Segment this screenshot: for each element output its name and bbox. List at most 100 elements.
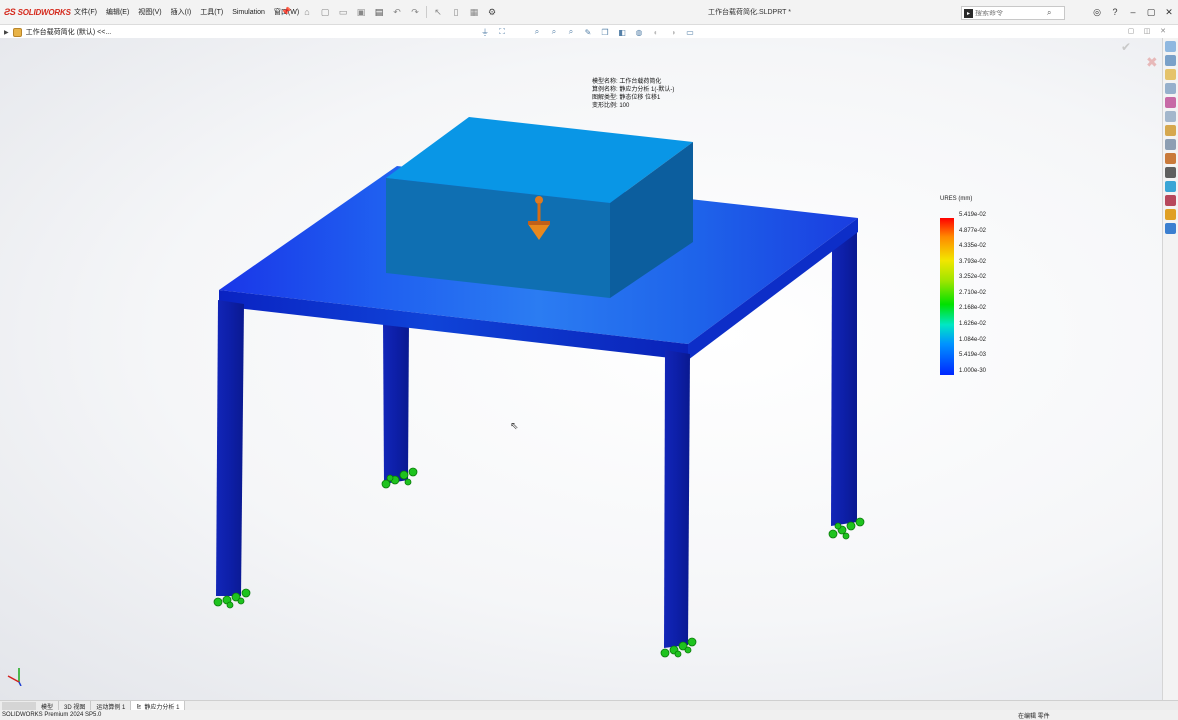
rebuild-icon[interactable]: ▯ bbox=[449, 6, 463, 19]
expand-arrow-icon[interactable]: ▶ bbox=[4, 29, 9, 36]
deformation-scale-text: 变形比例: 100 bbox=[592, 103, 630, 109]
solidworks-resources-icon[interactable] bbox=[1165, 41, 1176, 52]
legend-tick: 3.252e-02 bbox=[959, 274, 987, 280]
menu-insert[interactable]: 插入(I) bbox=[171, 7, 192, 17]
material-icon[interactable] bbox=[1165, 153, 1176, 164]
legend-tick: 1.000e-30 bbox=[959, 368, 987, 374]
display-style-icon[interactable]: ◧ bbox=[615, 26, 629, 38]
legend-title: URES (mm) bbox=[940, 196, 973, 202]
help-resource-icon[interactable] bbox=[1165, 181, 1176, 192]
status-bar: SOLIDWORKS Premium 2024 SP5.0 在编辑 零件 bbox=[0, 710, 1178, 720]
quick-access-toolbar: ⌂ ▢ ▭ ▣ ▤ ↶ ↷ ↖ ▯ ▦ ⚙ bbox=[300, 5, 499, 19]
appearances-icon[interactable] bbox=[1165, 97, 1176, 108]
pin-menu-icon[interactable]: 📌 bbox=[281, 7, 291, 16]
menu-bar: 文件(F) 编辑(E) 视图(V) 插入(I) 工具(T) Simulation… bbox=[74, 6, 299, 18]
feature-tree-root[interactable]: ▶ 工作台载荷简化 (默认) <<... bbox=[4, 26, 111, 38]
study-name-text: 算例名称: 静应力分析 1(-默认-) bbox=[592, 87, 675, 93]
legend-tick: 5.419e-03 bbox=[959, 352, 987, 358]
legend-color-bar bbox=[940, 218, 954, 375]
redo-icon[interactable]: ↷ bbox=[408, 6, 422, 19]
appearance-icon[interactable]: ◐ bbox=[649, 26, 663, 38]
view-settings-icon[interactable]: ▭ bbox=[683, 26, 697, 38]
view-palette-icon[interactable] bbox=[1165, 83, 1176, 94]
toolbox-icon[interactable] bbox=[1165, 125, 1176, 136]
tab-scroll-arrows[interactable] bbox=[2, 702, 36, 710]
maximize-button[interactable]: ▢ bbox=[1142, 4, 1160, 20]
menu-view[interactable]: 视图(V) bbox=[138, 7, 161, 17]
legend-tick: 4.877e-02 bbox=[959, 228, 987, 234]
file-properties-icon[interactable]: ▦ bbox=[467, 6, 481, 19]
edit-mode-status: 在编辑 零件 bbox=[1018, 713, 1050, 720]
options-gear-icon[interactable]: ⚙ bbox=[485, 6, 499, 19]
design-library-icon[interactable] bbox=[1165, 55, 1176, 66]
brand-label: SOLIDWORKS bbox=[17, 7, 71, 17]
search-icon[interactable]: ⌕ bbox=[1047, 8, 1051, 18]
custom-properties-icon[interactable] bbox=[1165, 111, 1176, 122]
section-icon[interactable]: ⌕ bbox=[564, 26, 578, 38]
undo-icon[interactable]: ↶ bbox=[390, 6, 404, 19]
legend-tick: 2.168e-02 bbox=[959, 305, 987, 311]
mouse-cursor-icon: ⇖ bbox=[510, 421, 519, 432]
window-controls: ◎ ? – ▢ ✕ bbox=[1088, 4, 1178, 20]
model-name-text: 模型名称: 工作台载荷简化 bbox=[592, 79, 662, 85]
axis-triad-icon bbox=[7, 668, 22, 686]
new-document-icon[interactable]: ▢ bbox=[318, 6, 332, 19]
cloud-icon[interactable] bbox=[1165, 223, 1176, 234]
menu-tools[interactable]: 工具(T) bbox=[200, 7, 223, 17]
hide-show-icon[interactable]: ◍ bbox=[632, 26, 646, 38]
3dexperience-icon[interactable] bbox=[1165, 195, 1176, 206]
fea-model-view bbox=[213, 117, 865, 658]
view-orientation-icon[interactable]: ❐ bbox=[598, 26, 612, 38]
select-icon[interactable]: ↖ bbox=[431, 6, 445, 19]
study-tab-icon: ⊵ bbox=[136, 703, 142, 710]
menu-edit[interactable]: 编辑(E) bbox=[106, 7, 129, 17]
menu-file[interactable]: 文件(F) bbox=[74, 7, 97, 17]
viewport-tile-icon[interactable]: ◫ bbox=[1142, 26, 1152, 36]
legend-tick: 1.626e-02 bbox=[959, 321, 987, 327]
tree-root-label: 工作台载荷简化 (默认) <<... bbox=[25, 29, 112, 36]
plot-info-block: 模型名称: 工作台载荷简化 算例名称: 静应力分析 1(-默认-) 图解类型: … bbox=[592, 78, 674, 110]
search-box: ▸ ⌕ bbox=[961, 6, 1065, 20]
document-title: 工作台载荷简化.SLDPRT * bbox=[708, 9, 791, 16]
dynamic-annotation-icon[interactable]: ✎ bbox=[581, 26, 595, 38]
open-folder-icon[interactable]: ▭ bbox=[336, 6, 350, 19]
zoom-area-icon[interactable]: ⌕ bbox=[530, 26, 544, 38]
print-icon[interactable]: ▤ bbox=[372, 6, 386, 19]
solidworks-logo[interactable]: ƧS SOLIDWORKS bbox=[4, 6, 71, 18]
scene-icon[interactable]: ◑ bbox=[666, 26, 680, 38]
minimize-button[interactable]: – bbox=[1124, 4, 1142, 20]
graphics-area[interactable]: 模型名称: 工作台载荷简化 算例名称: 静应力分析 1(-默认-) 图解类型: … bbox=[0, 38, 1162, 700]
section-view-icon[interactable]: ⏚ bbox=[478, 26, 492, 38]
user-account-icon[interactable]: ◎ bbox=[1088, 4, 1106, 20]
results-legend[interactable]: URES (mm) 5.419e-02 4.877e-02 4.335e-02 … bbox=[940, 196, 986, 375]
task-pane bbox=[1162, 38, 1178, 700]
viewport-restore-icon[interactable]: ▢ bbox=[1126, 26, 1136, 36]
legend-tick: 5.419e-02 bbox=[959, 212, 987, 218]
save-icon[interactable]: ▣ bbox=[354, 6, 368, 19]
forum-icon[interactable] bbox=[1165, 139, 1176, 150]
confirm-check-icon[interactable]: ✔ bbox=[1121, 40, 1131, 54]
title-bar: ƧS SOLIDWORKS 文件(F) 编辑(E) 视图(V) 插入(I) 工具… bbox=[0, 0, 1178, 25]
heads-up-view-toolbar: ⏚ ⛶ ⌕ ⌕ ⌕ ✎ ❐ ◧ ◍ ◐ ◑ ▭ bbox=[478, 25, 697, 39]
marketplace-icon[interactable] bbox=[1165, 209, 1176, 220]
previous-view-icon[interactable]: ⌕ bbox=[547, 26, 561, 38]
ds-logo-icon: ƧS bbox=[4, 7, 16, 17]
table-leg-front-right bbox=[664, 350, 690, 648]
file-explorer-icon[interactable] bbox=[1165, 69, 1176, 80]
menu-simulation[interactable]: Simulation bbox=[232, 9, 265, 16]
home-icon[interactable]: ⌂ bbox=[300, 6, 314, 19]
close-button[interactable]: ✕ bbox=[1160, 4, 1178, 20]
cancel-x-icon[interactable]: ✖ bbox=[1146, 54, 1158, 71]
toolbar-separator bbox=[426, 6, 427, 18]
search-input[interactable] bbox=[975, 9, 1045, 17]
legend-tick: 1.084e-02 bbox=[959, 337, 987, 343]
legend-tick: 2.710e-02 bbox=[959, 290, 987, 296]
part-icon bbox=[12, 27, 22, 37]
legend-tick: 4.335e-02 bbox=[959, 243, 987, 249]
simulation-advisor-icon[interactable] bbox=[1165, 167, 1176, 178]
table-leg-back-left bbox=[383, 320, 409, 484]
viewport-controls: ▢ ◫ ✕ bbox=[1126, 26, 1168, 36]
viewport-close-icon[interactable]: ✕ bbox=[1158, 26, 1168, 36]
help-icon[interactable]: ? bbox=[1106, 4, 1124, 20]
zoom-to-fit-icon[interactable]: ⛶ bbox=[495, 26, 509, 38]
